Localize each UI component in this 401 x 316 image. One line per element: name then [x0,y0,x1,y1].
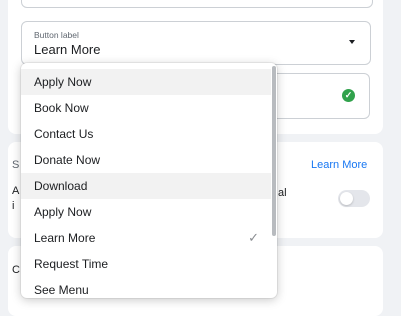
section-text: i [12,200,15,212]
check-circle-icon: ✓ [342,89,355,102]
dropdown-item[interactable]: Download [21,173,271,199]
dropdown-item-label: Apply Now [34,205,92,219]
button-label-select[interactable]: Button label Learn More [21,21,371,65]
dropdown-item-selected[interactable]: Learn More ✓ [21,225,271,251]
dropdown-menu: Apply Now Book Now Contact Us Donate Now… [21,63,277,298]
section-text: A [12,185,20,197]
dropdown-item-label: Contact Us [34,127,94,141]
dropdown-item-label: Book Now [34,101,89,115]
dropdown-item[interactable]: Apply Now [21,199,271,225]
toggle-switch[interactable] [338,190,370,207]
option-label: al [278,187,287,199]
dropdown-item-label: Learn More [34,231,96,245]
dropdown-item[interactable]: Request Time [21,251,271,277]
dropdown-item-label: Apply Now [34,75,92,89]
scrollbar[interactable] [272,66,276,236]
dropdown-item[interactable]: Book Now [21,95,271,121]
dropdown-item-label: Request Time [34,257,109,271]
dropdown-item[interactable]: Contact Us [21,121,271,147]
dropdown-list: Apply Now Book Now Contact Us Donate Now… [21,69,271,298]
section-label: S [12,159,20,171]
dropdown-item-label: Donate Now [34,153,101,167]
section-text: C [12,264,20,276]
dropdown-item[interactable]: Donate Now [21,147,271,173]
dropdown-item-label: See Menu [34,283,89,297]
learn-more-link[interactable]: Learn More [311,159,367,171]
dropdown-item-label: Download [34,179,88,193]
select-value: Learn More [34,42,101,57]
dropdown-item[interactable]: Apply Now [21,69,271,95]
previous-field[interactable] [21,0,373,8]
toggle-knob [340,192,353,205]
caret-down-icon [349,40,355,44]
dropdown-item[interactable]: See Menu [21,277,271,298]
select-label: Button label [34,30,79,40]
checkmark-icon: ✓ [248,230,259,245]
